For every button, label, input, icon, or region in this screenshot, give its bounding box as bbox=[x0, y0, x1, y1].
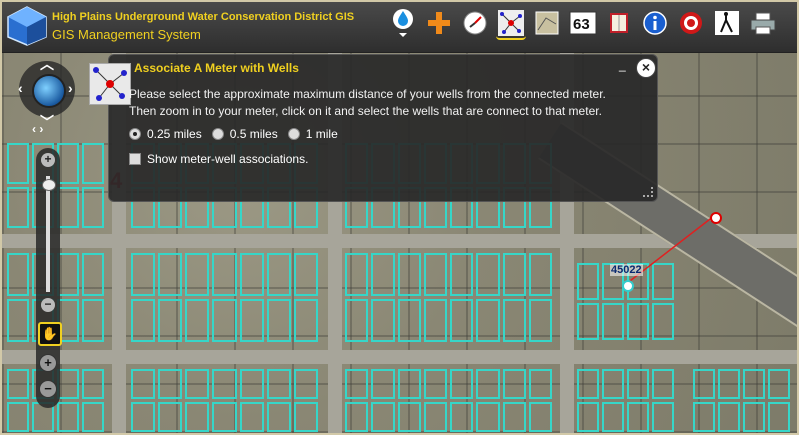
instructions-line-1: Please select the approximate maximum di… bbox=[129, 87, 606, 101]
measure-icon[interactable] bbox=[712, 8, 742, 38]
globe-icon[interactable] bbox=[32, 74, 66, 108]
app-header: High Plains Underground Water Conservati… bbox=[2, 2, 797, 53]
zoom-out-button[interactable]: − bbox=[41, 298, 55, 312]
close-button[interactable]: × bbox=[636, 58, 656, 78]
pan-right-arrow-icon[interactable]: › bbox=[68, 80, 73, 96]
target-icon[interactable] bbox=[676, 8, 706, 38]
info-icon[interactable] bbox=[640, 8, 670, 38]
pan-hand-icon[interactable]: ✋ bbox=[38, 322, 62, 346]
radio-option-1-mile[interactable]: 1 mile bbox=[287, 127, 338, 141]
zoom-track[interactable] bbox=[46, 176, 50, 292]
pump-test-icon[interactable]: 63 bbox=[568, 8, 598, 38]
meter-wells-icon bbox=[89, 63, 131, 105]
checkbox-label: Show meter-well associations. bbox=[147, 152, 309, 166]
radio-label: 0.5 miles bbox=[229, 127, 278, 141]
radio-option-0-25-miles[interactable]: 0.25 miles bbox=[129, 127, 202, 141]
full-extent-icon[interactable]: ‹ › bbox=[32, 122, 43, 136]
radio-button[interactable] bbox=[287, 128, 300, 140]
add-icon[interactable] bbox=[424, 8, 454, 38]
instructions-line-2: Then zoom in to your meter, click on it … bbox=[129, 104, 602, 118]
book-icon[interactable] bbox=[604, 8, 634, 38]
show-associations-checkbox[interactable]: Show meter-well associations. bbox=[129, 152, 308, 166]
radio-label: 1 mile bbox=[305, 127, 338, 141]
zoom-slider: + − ✋ + − bbox=[36, 148, 62, 408]
meter-id-label[interactable]: 45022 bbox=[610, 264, 643, 276]
pan-left-arrow-icon[interactable]: ‹ bbox=[18, 80, 23, 96]
zoom-thumb[interactable] bbox=[42, 178, 56, 191]
zoom-in-tool-icon[interactable]: + bbox=[39, 354, 57, 372]
radio-option-0-5-miles[interactable]: 0.5 miles bbox=[211, 127, 278, 141]
zoom-out-tool-icon[interactable]: − bbox=[39, 380, 57, 398]
dialog-instructions: Please select the approximate maximum di… bbox=[129, 86, 649, 120]
radio-button[interactable] bbox=[211, 128, 224, 140]
radio-label: 0.25 miles bbox=[147, 127, 202, 141]
print-icon[interactable] bbox=[748, 8, 778, 38]
app-subtitle: GIS Management System bbox=[52, 27, 201, 42]
dialog-title: Associate A Meter with Wells bbox=[134, 61, 299, 75]
associate-meter-dialog: Associate A Meter with Wells _ × Please … bbox=[89, 54, 658, 202]
well-point[interactable] bbox=[710, 212, 722, 224]
compass-icon[interactable] bbox=[460, 8, 490, 38]
app-title: High Plains Underground Water Conservati… bbox=[52, 11, 355, 23]
district-logo-icon bbox=[7, 6, 47, 46]
minimize-button[interactable]: _ bbox=[619, 59, 629, 71]
map-layer-icon[interactable] bbox=[532, 8, 562, 38]
meter-wells-icon[interactable] bbox=[496, 8, 526, 40]
meter-point[interactable] bbox=[622, 280, 634, 292]
water-drop-icon[interactable] bbox=[388, 8, 418, 38]
pump-test-label: 63 bbox=[573, 16, 590, 33]
distance-radio-group: 0.25 miles 0.5 miles 1 mile bbox=[129, 127, 338, 141]
pan-control: ︿ ‹ › ﹀ ‹ › bbox=[16, 56, 78, 136]
checkbox-box[interactable] bbox=[129, 153, 141, 165]
radio-button[interactable] bbox=[129, 128, 141, 140]
zoom-in-button[interactable]: + bbox=[41, 153, 55, 167]
pan-up-arrow-icon[interactable]: ︿ bbox=[40, 54, 54, 74]
resize-handle[interactable] bbox=[643, 187, 653, 197]
app-frame: 45022 High Plains Underground Water Cons… bbox=[0, 0, 799, 435]
